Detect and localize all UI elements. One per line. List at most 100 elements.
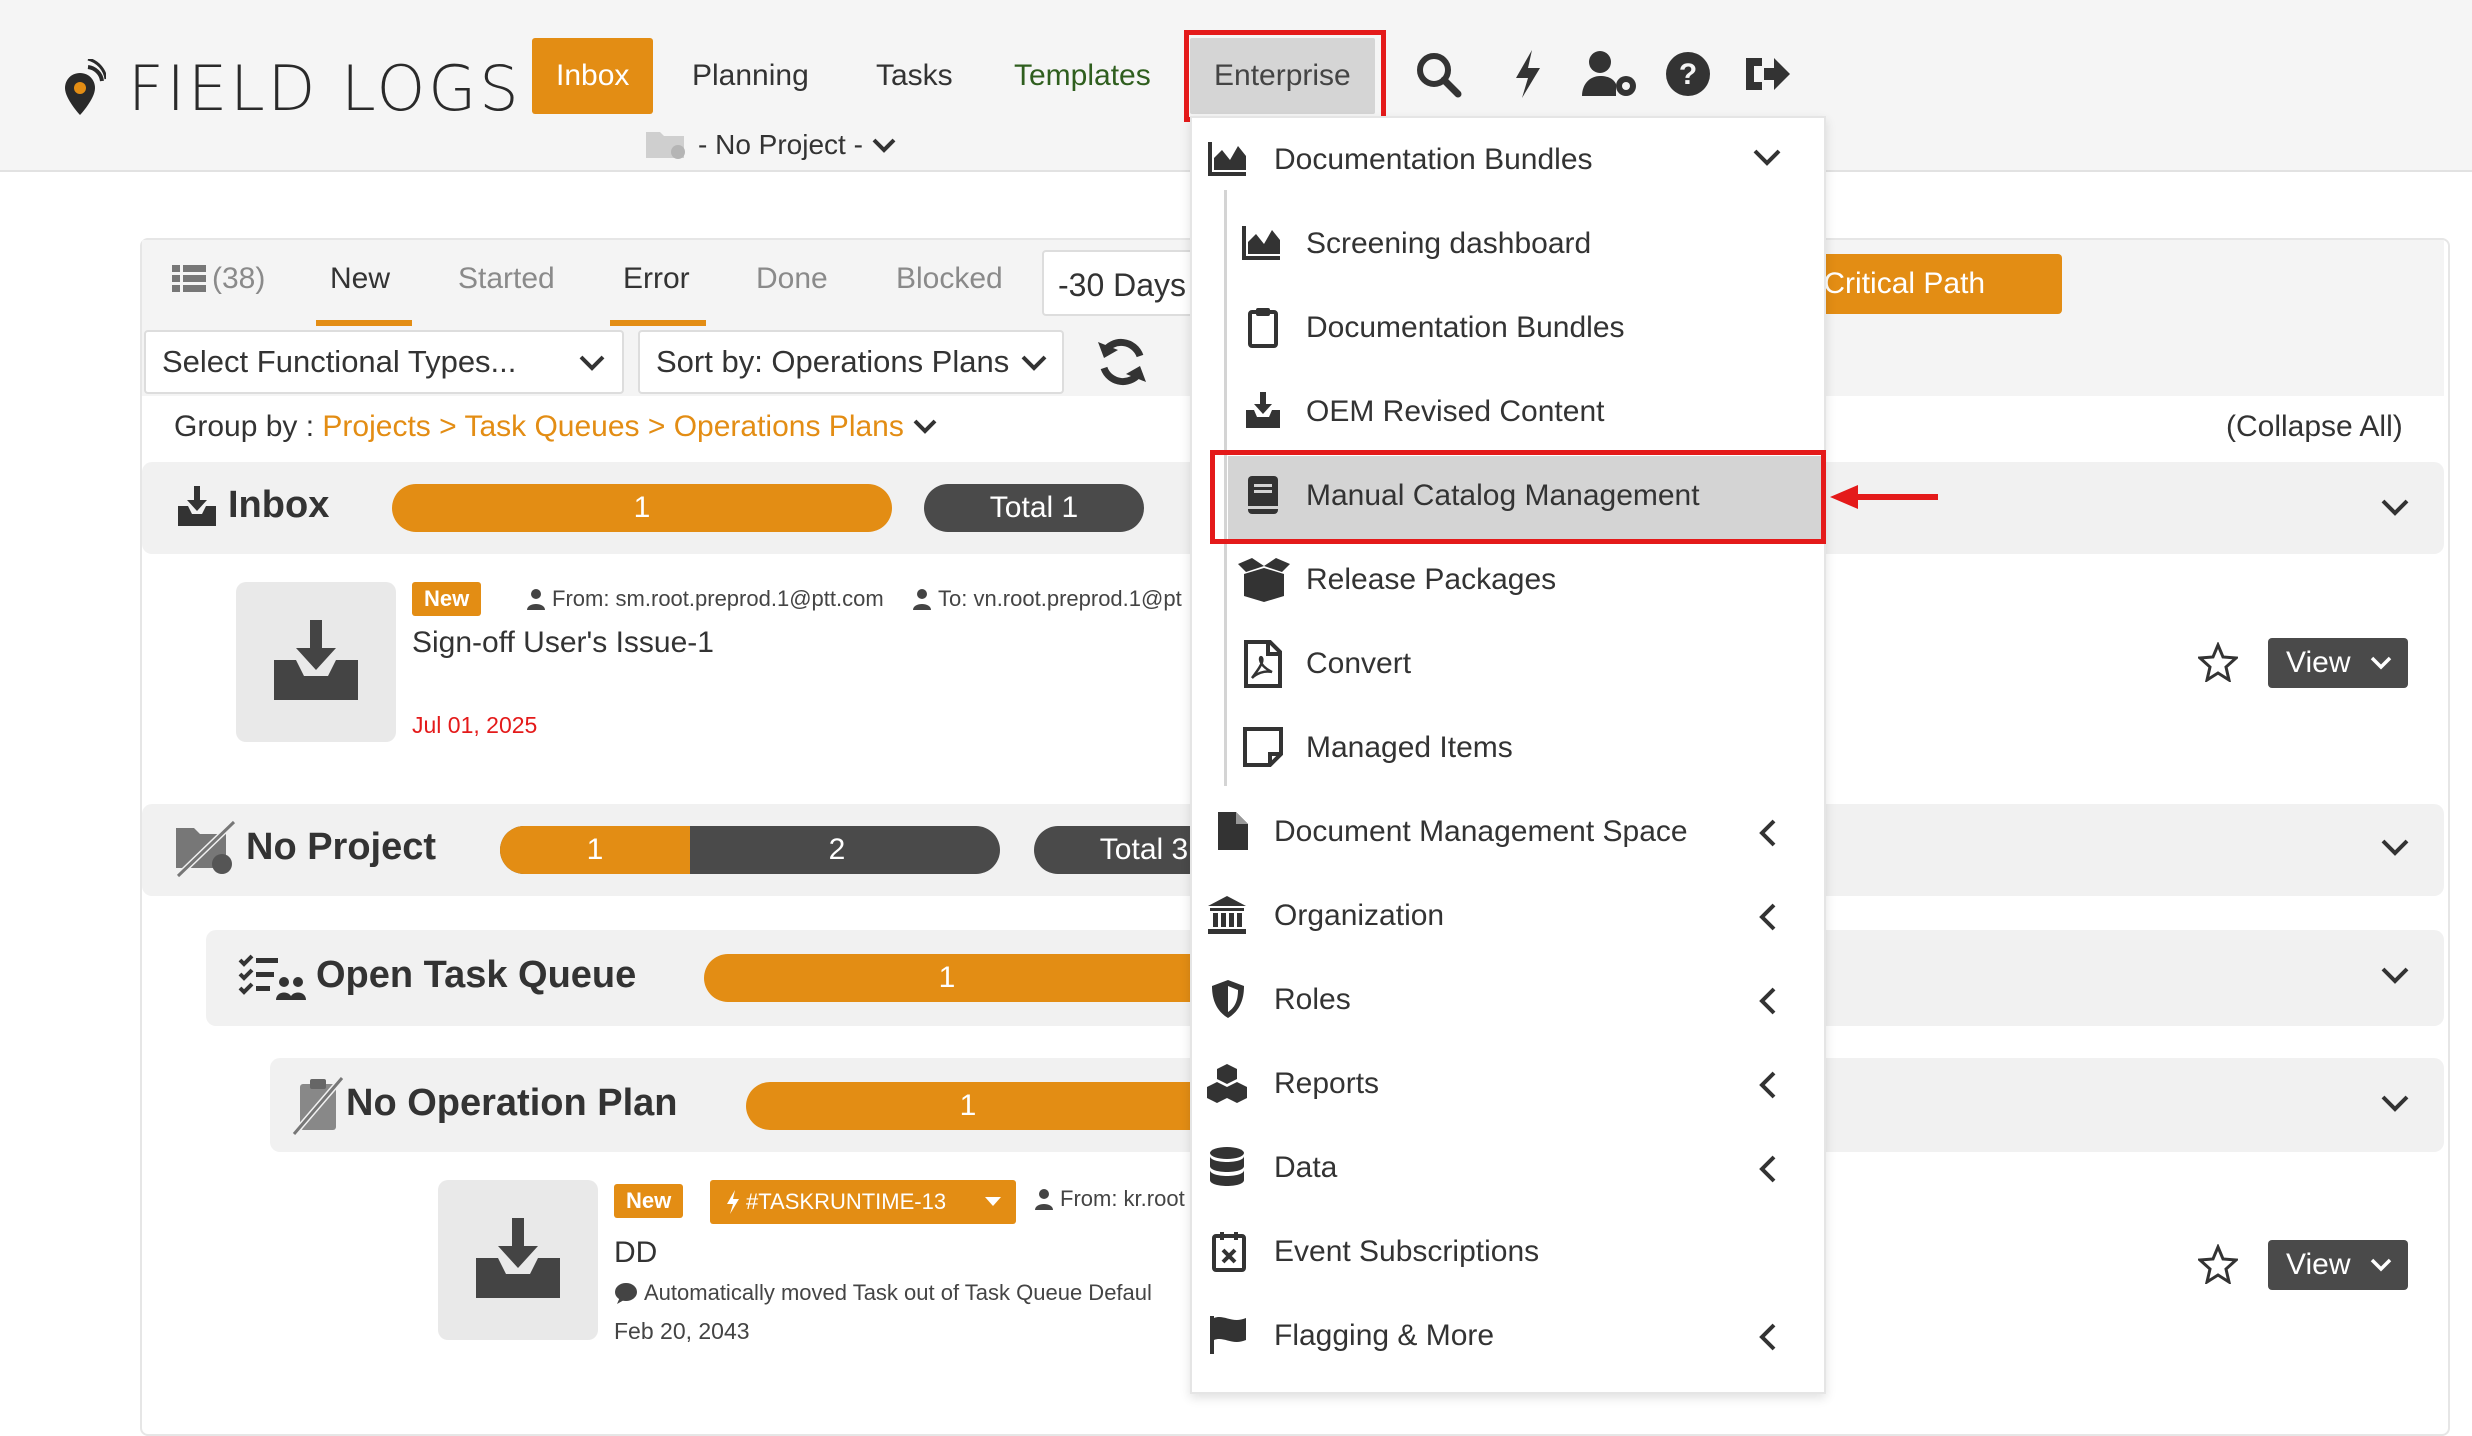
view-button-label: View <box>2286 646 2351 679</box>
open-task-queue-title: Open Task Queue <box>316 954 637 996</box>
menu-label: Managed Items <box>1306 731 1513 764</box>
collapse-all-link[interactable]: (Collapse All) <box>2226 410 2403 444</box>
logo-text: FIELD LOGS <box>128 52 522 125</box>
chevron-down-icon[interactable] <box>912 418 938 436</box>
item-title[interactable]: DD <box>614 1236 657 1270</box>
list-count[interactable]: (38) <box>172 262 265 296</box>
folder-slash-icon <box>175 820 237 878</box>
refresh-icon[interactable] <box>1094 334 1150 390</box>
file-icon <box>1218 812 1248 850</box>
cubes-icon <box>1207 1064 1247 1103</box>
item-date: Feb 20, 2043 <box>614 1318 750 1344</box>
tab-error[interactable]: Error <box>623 262 690 296</box>
status-badge: New <box>412 582 482 616</box>
item-from-label: From: kr.root <box>1060 1186 1185 1211</box>
no-operation-plan-progress-bar: 1 <box>746 1082 1190 1130</box>
chevron-left-icon <box>1759 1323 1776 1351</box>
flag-icon <box>1210 1316 1246 1354</box>
chevron-down-icon <box>2370 1258 2392 1272</box>
menu-flagging-more[interactable]: Flagging & More <box>1192 1294 1822 1378</box>
help-icon[interactable]: ? <box>1662 48 1714 100</box>
chevron-down-icon[interactable] <box>2380 498 2410 518</box>
functional-types-select[interactable]: Select Functional Types... <box>144 330 624 394</box>
inbox-download-icon <box>1246 392 1280 428</box>
pdf-file-icon <box>1244 640 1282 688</box>
menu-label: Release Packages <box>1306 563 1557 596</box>
date-range-select[interactable]: -30 Days <box>1042 250 1202 316</box>
bolt-icon[interactable] <box>1502 48 1554 100</box>
clipboard-icon <box>1248 308 1278 348</box>
sticky-note-icon <box>1243 727 1283 767</box>
nav-tasks[interactable]: Tasks <box>852 38 977 114</box>
chevron-left-icon <box>1759 1155 1776 1183</box>
status-badge: New <box>614 1184 684 1218</box>
chevron-down-icon <box>579 355 605 371</box>
sort-select[interactable]: Sort by: Operations Plans <box>638 330 1064 394</box>
chevron-down-icon[interactable] <box>2380 1094 2410 1114</box>
menu-screening-dashboard[interactable]: Screening dashboard <box>1192 202 1822 286</box>
tab-new[interactable]: New <box>330 262 390 296</box>
nav-inbox[interactable]: Inbox <box>532 38 654 114</box>
open-box-icon <box>1238 558 1290 602</box>
show-critical-path-button[interactable]: Show Critical Path <box>1790 254 2062 314</box>
menu-documentation-bundles[interactable]: Documentation Bundles <box>1192 118 1822 202</box>
bolt-icon <box>727 1190 739 1214</box>
area-chart-icon <box>1208 142 1246 176</box>
chevron-down-icon[interactable] <box>2380 966 2410 986</box>
area-chart-icon <box>1242 226 1280 260</box>
menu-managed-items[interactable]: Managed Items <box>1192 706 1822 790</box>
user-gear-icon[interactable] <box>1580 48 1640 100</box>
menu-label: Organization <box>1274 899 1445 932</box>
list-icon <box>172 265 206 292</box>
no-project-section-title: No Project <box>246 826 437 868</box>
star-icon[interactable] <box>2198 642 2238 682</box>
chevron-left-icon <box>1759 1071 1776 1099</box>
inbox-download-icon <box>476 1218 560 1298</box>
no-project-bar-b: 2 <box>828 833 846 866</box>
sort-label: Sort by: Operations Plans <box>656 344 1010 379</box>
menu-reports[interactable]: Reports <box>1192 1042 1822 1126</box>
tab-blocked[interactable]: Blocked <box>896 262 1003 296</box>
nav-planning[interactable]: Planning <box>668 38 833 114</box>
tab-started[interactable]: Started <box>458 262 555 296</box>
item-from: From: kr.root <box>1034 1186 1190 1212</box>
menu-organization[interactable]: Organization <box>1192 874 1822 958</box>
menu-document-management-space[interactable]: Document Management Space <box>1192 790 1822 874</box>
task-tag-dropdown[interactable]: #TASKRUNTIME-13 <box>710 1180 1016 1224</box>
menu-oem-revised-content[interactable]: OEM Revised Content <box>1192 370 1822 454</box>
user-icon <box>1035 1189 1053 1210</box>
chevron-left-icon <box>1759 819 1776 847</box>
groupby-path[interactable]: Projects > Task Queues > Operations Plan… <box>322 410 903 443</box>
tab-done[interactable]: Done <box>756 262 828 296</box>
menu-label: Documentation Bundles <box>1274 143 1593 176</box>
menu-convert[interactable]: Convert <box>1192 622 1822 706</box>
item-title[interactable]: Sign-off User's Issue-1 <box>412 626 714 660</box>
menu-sub-documentation-bundles[interactable]: Documentation Bundles <box>1192 286 1822 370</box>
project-selector[interactable]: - No Project - <box>644 128 897 162</box>
view-button[interactable]: View <box>2268 1240 2408 1290</box>
menu-roles[interactable]: Roles <box>1192 958 1822 1042</box>
item-thumbnail[interactable] <box>438 1180 598 1340</box>
menu-label: Data <box>1274 1151 1338 1184</box>
menu-data[interactable]: Data <box>1192 1126 1822 1210</box>
item-from-label: From: sm.root.preprod.1@ptt.com <box>552 586 884 611</box>
item-thumbnail[interactable] <box>236 582 396 742</box>
view-button[interactable]: View <box>2268 638 2408 688</box>
inbox-progress-bar: 1 <box>392 484 892 532</box>
open-task-queue-progress-bar: 1 <box>704 954 1190 1002</box>
svg-text:?: ? <box>1679 58 1697 91</box>
item-to-label: To: vn.root.preprod.1@pt <box>938 586 1182 611</box>
menu-release-packages[interactable]: Release Packages <box>1192 538 1822 622</box>
calendar-x-icon <box>1212 1232 1246 1272</box>
star-icon[interactable] <box>2198 1244 2238 1284</box>
nav-templates[interactable]: Templates <box>990 38 1175 114</box>
task-tag-label: #TASKRUNTIME-13 <box>746 1189 947 1214</box>
app-logo[interactable]: FIELD LOGS <box>62 52 522 125</box>
menu-label: Convert <box>1306 647 1412 680</box>
chevron-down-icon[interactable] <box>2380 838 2410 858</box>
logout-icon[interactable] <box>1742 48 1794 100</box>
menu-event-subscriptions[interactable]: Event Subscriptions <box>1192 1210 1822 1294</box>
item-to: To: vn.root.preprod.1@pt <box>912 586 1190 612</box>
search-icon[interactable] <box>1412 48 1464 100</box>
menu-label: Roles <box>1274 983 1351 1016</box>
